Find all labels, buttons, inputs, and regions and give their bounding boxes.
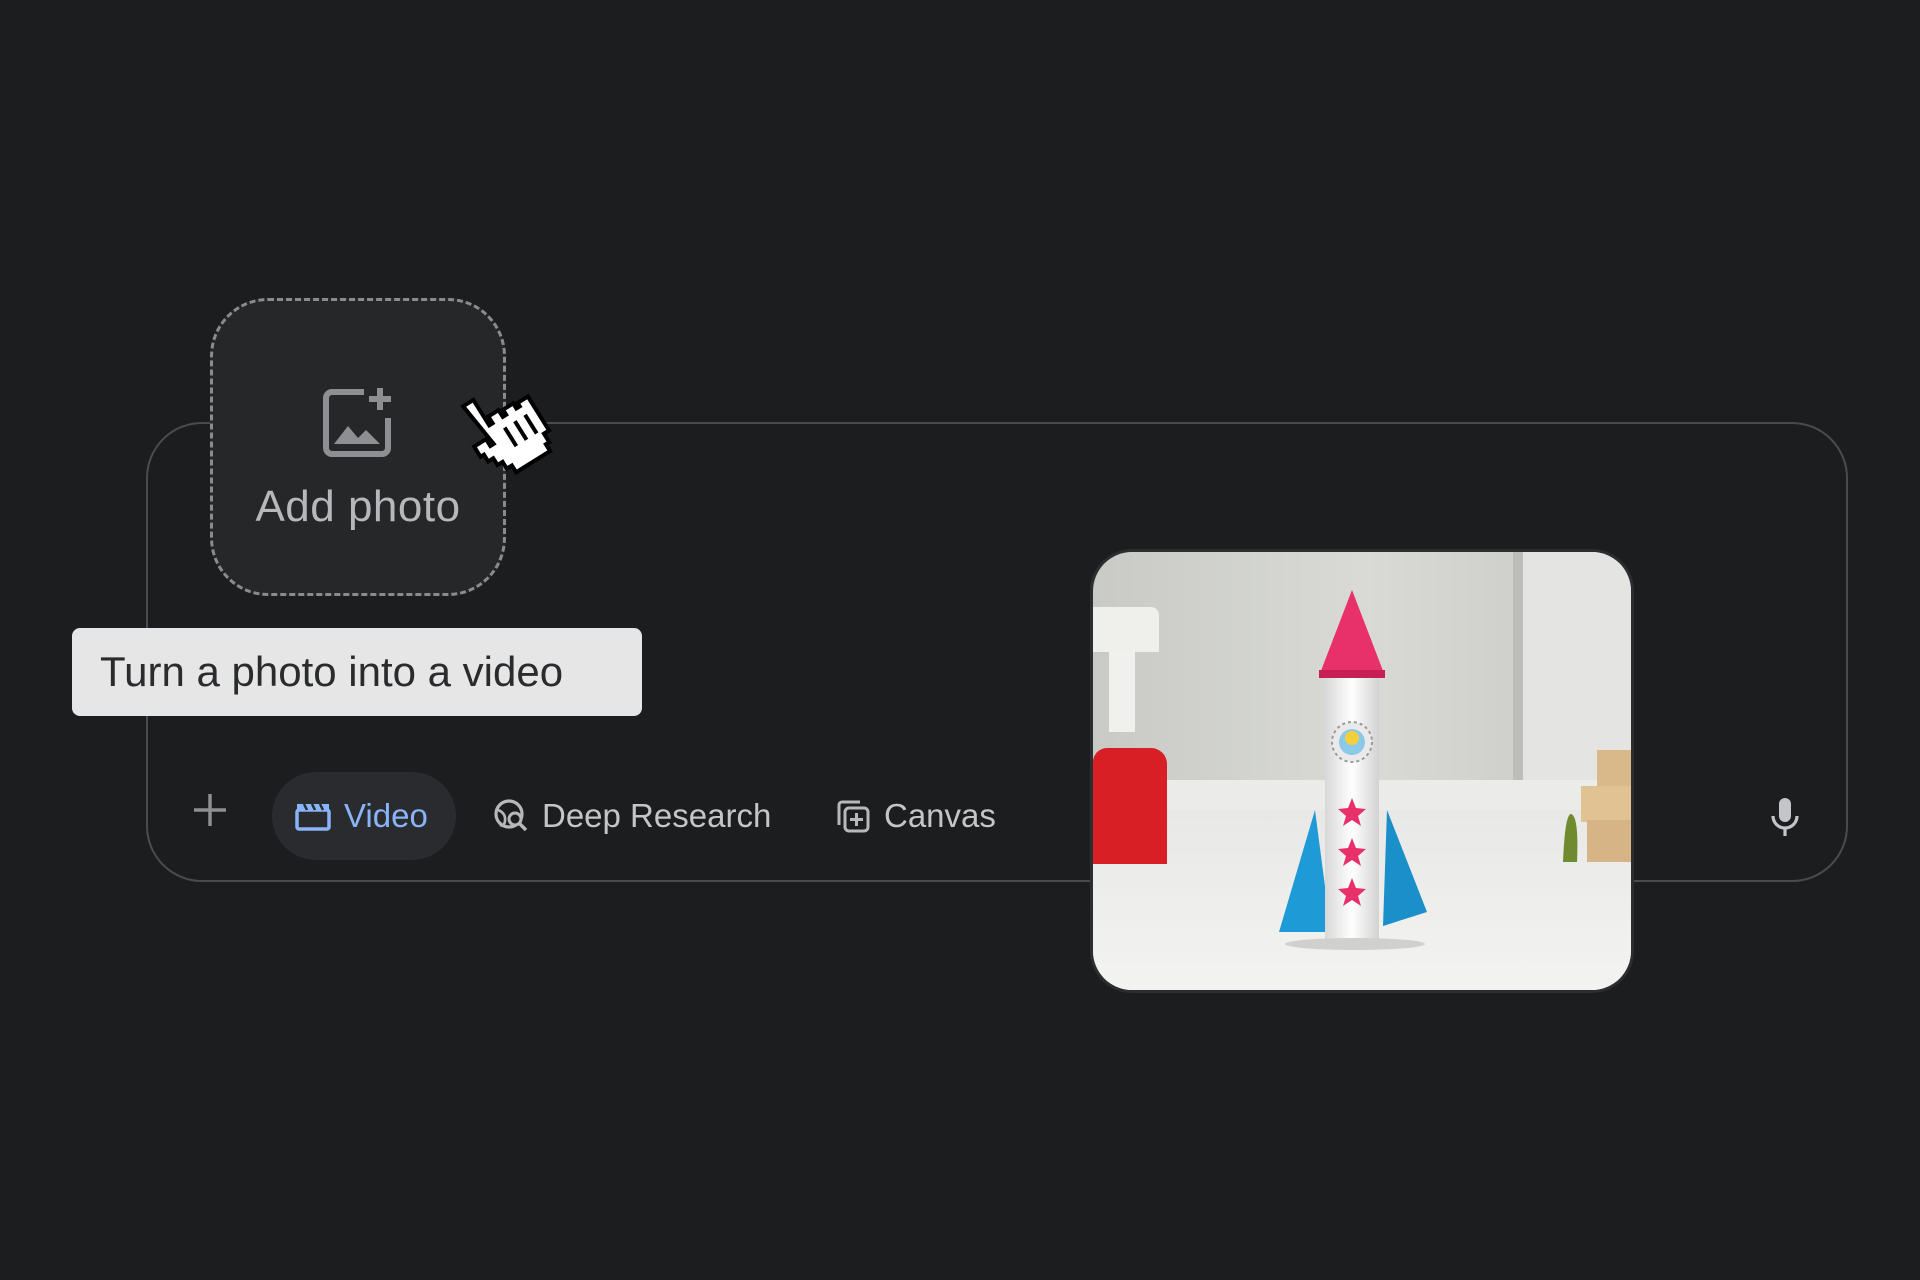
hand-cursor-icon xyxy=(460,393,553,476)
tooltip: Turn a photo into a video xyxy=(72,628,642,716)
deep-research-label: Deep Research xyxy=(542,797,772,834)
clapperboard-icon xyxy=(295,803,331,831)
deep-research-icon xyxy=(494,799,528,832)
microphone-icon[interactable] xyxy=(1768,796,1802,838)
canvas-label: Canvas xyxy=(884,797,996,834)
rocket-photo xyxy=(1093,552,1631,990)
canvas-button[interactable]: Canvas xyxy=(834,772,1004,860)
video-tool-label: Video xyxy=(344,797,428,834)
video-tool-button[interactable]: Video xyxy=(272,772,456,860)
add-photo-label: Add photo xyxy=(255,482,461,531)
plus-icon[interactable] xyxy=(188,788,232,832)
app-canvas: Add photo Turn a photo into a video Vide… xyxy=(0,0,1920,1280)
add-image-icon xyxy=(323,388,391,457)
deep-research-button[interactable]: Deep Research xyxy=(492,772,782,860)
photo-preview xyxy=(1090,549,1634,993)
canvas-icon xyxy=(837,800,870,833)
